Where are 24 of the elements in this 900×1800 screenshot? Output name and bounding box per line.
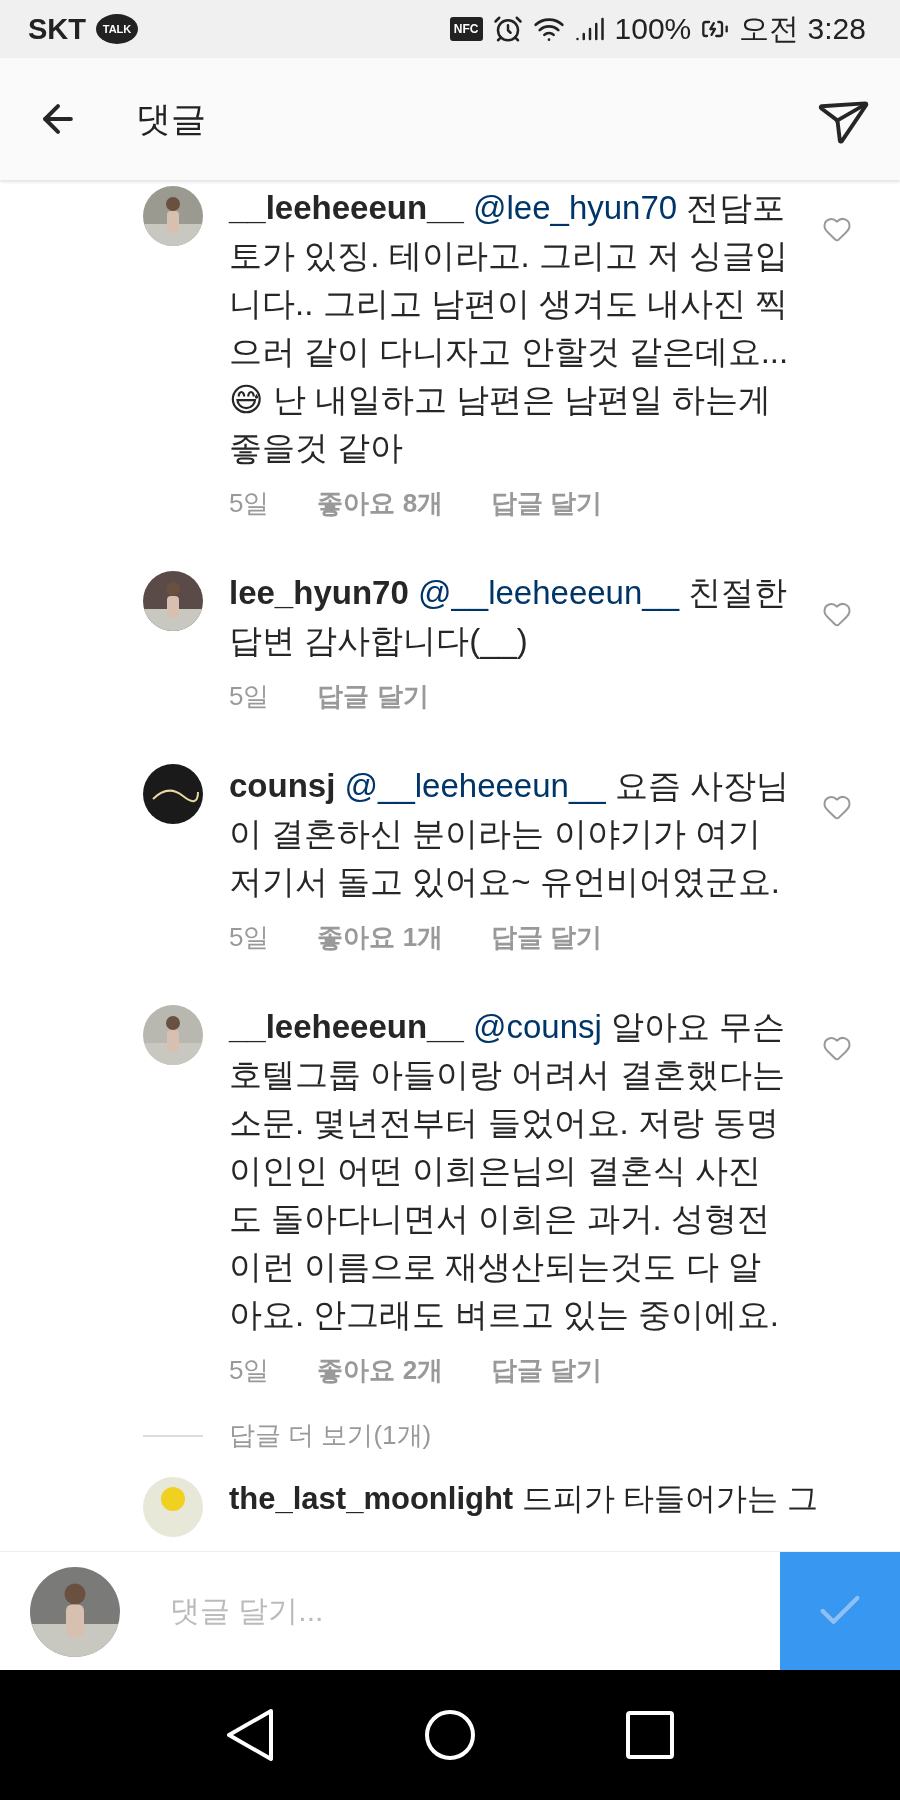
- username-link[interactable]: lee_hyun70: [229, 574, 409, 611]
- username-link[interactable]: counsj: [229, 767, 336, 804]
- carrier-name: SKT: [28, 12, 86, 46]
- page-title: 댓글: [136, 97, 207, 140]
- comment-text: __leeheeeun__ @lee_hyun70 전담포토가 있징. 테이라고. 그리고 저 싱글입니다.. 그리고 남편이 생겨도 내사진 찍으러 같이 다니자고 안할것 같은데요...😅 난 내일하고 남편은 남편일 하는게 좋을것 같아: [229, 188, 789, 468]
- mention-link[interactable]: @__leeheeeun__: [344, 767, 606, 804]
- comment-age: 5일: [229, 487, 270, 520]
- comment-text: lee_hyun70 @__leeheeeun__ 친절한 답변 감사합니다(__): [229, 573, 789, 661]
- comment-text: __leeheeeun__ @counsj 알아요 무슨 호텔그룹 아들이랑 어려서 결혼했다는 소문. 몇년전부터 들었어요. 저랑 동명이인인 어떤 이희은님의 결혼식 사진도 돌아다니면서 이희은 과거. 성형전 이런 이름으로 재생산되는것도 다 알아요. 안그래도 벼르고 있는 중이에요.: [229, 1007, 787, 1335]
- comment-text: the_last_moonlight 드피가 타들어가는 그: [229, 1480, 820, 1518]
- comment-age: 5일: [229, 921, 270, 954]
- username-link[interactable]: __leeheeeun__: [229, 189, 464, 226]
- username-link[interactable]: __leeheeeun__: [229, 1008, 464, 1045]
- username-link[interactable]: the_last_moonlight: [229, 1481, 514, 1516]
- comment-age: 5일: [229, 680, 270, 713]
- nfc-badge: NFC: [449, 17, 483, 41]
- mention-link[interactable]: @counsj: [473, 1008, 602, 1045]
- talk-badge: TALK: [96, 14, 138, 44]
- comment-age: 5일: [229, 1354, 270, 1387]
- battery-percent: 100%: [614, 12, 692, 46]
- mention-link[interactable]: @__leeheeeun__: [417, 574, 679, 611]
- mention-link[interactable]: @lee_hyun70: [473, 189, 678, 226]
- comment-text: counsj @__leeheeeun__ 요즘 사장님이 결혼하신 분이라는 이야기가 여기저기서 돌고 있어요~ 유언비어였군요.: [229, 766, 789, 902]
- clock-time: 오전 3:28: [739, 10, 866, 47]
